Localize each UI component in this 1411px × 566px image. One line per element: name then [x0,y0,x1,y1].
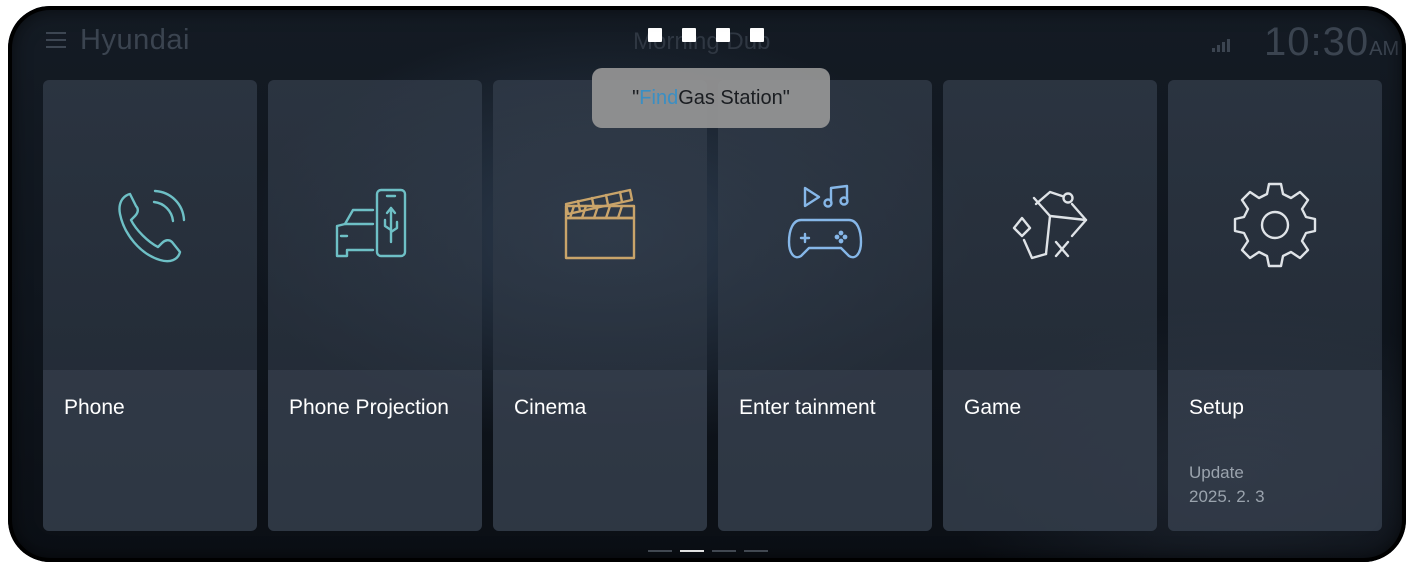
app-card-cinema[interactable]: Cinema [493,80,707,531]
voice-quote-open: " [632,86,640,109]
indicator-dot [716,28,730,42]
app-card-label: Cinema [514,396,587,419]
voice-command-keyword: Find [639,86,679,109]
app-card-game[interactable]: Game [943,80,1157,531]
voice-quote-close: " [782,86,790,109]
clock-time: 10:30 [1264,20,1370,64]
page-dot[interactable] [712,550,736,552]
voice-command-text: Gas Station [678,86,783,109]
voice-command-bubble: " Find Gas Station " [592,68,830,128]
app-card-label: Phone Projection [289,396,449,419]
brand-title: Hyundai [80,24,190,56]
app-card-phone-projection[interactable]: Phone Projection [268,80,482,531]
gear-icon [1225,176,1325,276]
update-date: 2025. 2. 3 [1189,487,1265,506]
indicator-dot [750,28,764,42]
clapperboard-icon [550,176,650,276]
app-card-entertainment[interactable]: Enter tainment [718,80,932,531]
app-card-label: Phone [64,396,125,419]
page-indicator[interactable] [648,550,768,552]
phone-call-icon [100,176,200,276]
indicator-dot [682,28,696,42]
app-card-label: Enter tainment [739,396,876,419]
page-dot[interactable] [744,550,768,552]
app-card-phone[interactable]: Phone [43,80,257,531]
app-card-label: Setup [1189,396,1244,419]
update-label: Update [1189,463,1244,482]
menu-icon[interactable] [46,32,66,50]
app-card-label: Game [964,396,1022,419]
signal-icon [1212,38,1236,52]
phone-projection-icon [325,176,425,276]
page-dot-active[interactable] [680,550,704,552]
app-card-setup[interactable]: Setup Update 2025. 2. 3 [1168,80,1382,531]
infotainment-screen: Hyundai Morning Dub 10:30AM " Find Gas St… [8,6,1406,562]
listening-indicator [648,28,764,42]
entertainment-icon [775,176,875,276]
game-cube-icon [1000,176,1100,276]
page-dot[interactable] [648,550,672,552]
clock-ampm: AM [1369,38,1400,60]
indicator-dot [648,28,662,42]
clock: 10:30AM [1264,20,1399,65]
